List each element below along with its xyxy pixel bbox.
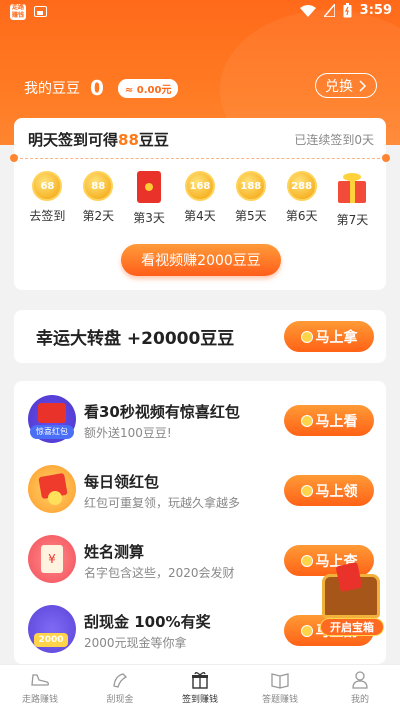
left-notch xyxy=(10,154,18,162)
treasure-label: 开启宝箱 xyxy=(320,618,384,636)
tab-quiz[interactable]: 答题赚钱 xyxy=(240,665,320,711)
lucky-wheel-card[interactable]: 幸运大转盘 +20000豆豆 马上拿 xyxy=(14,310,386,363)
signin-days: 68 去签到 88 第2天 第3天 168 第4天 188 第5天 288 第6天 第7天 xyxy=(14,171,386,228)
day-label: 去签到 xyxy=(29,209,66,223)
task-item[interactable]: 惊喜红包 看30秒视频有惊喜红包 额外送100豆豆! 马上看 xyxy=(14,385,386,455)
bean-balance: 我的豆豆 0 ≈ 0.00元 xyxy=(24,76,179,100)
app-notification-icon: 走路赚钱 xyxy=(10,4,26,20)
red-packet-icon xyxy=(335,561,363,593)
wifi-icon xyxy=(299,4,316,17)
signin-day-1[interactable]: 68 去签到 xyxy=(23,171,71,228)
lucky-wheel-button-label: 马上拿 xyxy=(315,329,358,346)
tab-scratch[interactable]: 刮现金 xyxy=(80,665,160,711)
signin-title: 明天签到可得88豆豆 xyxy=(28,129,169,150)
bean-icon xyxy=(300,624,313,637)
watch-video-button[interactable]: 看视频赚2000豆豆 xyxy=(121,244,281,276)
signin-streak: 已连续签到0天 xyxy=(294,133,374,147)
lucky-wheel-button[interactable]: 马上拿 xyxy=(284,321,374,352)
yuan-value-badge: ≈ 0.00元 xyxy=(117,78,179,98)
daily-red-packet-icon xyxy=(28,465,76,513)
task-subtitle: 名字包含这些，2020会发财 xyxy=(84,566,235,580)
task-item[interactable]: 每日领红包 红包可重复领，玩越久拿越多 马上领 xyxy=(14,455,386,525)
book-icon xyxy=(271,673,289,689)
bean-icon xyxy=(300,554,313,567)
image-notification-icon xyxy=(34,6,47,17)
task-title: 看30秒视频有惊喜红包 xyxy=(84,403,240,421)
exchange-label: 兑换 xyxy=(325,78,353,95)
lucky-wheel-title: 幸运大转盘 +20000豆豆 xyxy=(36,329,235,349)
divider xyxy=(20,158,380,159)
signin-day-3: 第3天 xyxy=(125,171,173,228)
day-label: 第7天 xyxy=(336,213,369,227)
day-label: 第6天 xyxy=(285,209,318,223)
system-icons: 3:59 xyxy=(299,3,392,18)
gift-icon xyxy=(192,672,208,689)
coin-icon: 188 xyxy=(235,171,266,201)
right-notch xyxy=(382,154,390,162)
signin-day-5: 188 第5天 xyxy=(227,171,275,228)
exchange-button[interactable]: 兑换 xyxy=(315,73,377,98)
status-bar: 走路赚钱 3:59 xyxy=(0,0,400,24)
bean-icon xyxy=(300,484,313,497)
signin-day-2: 88 第2天 xyxy=(74,171,122,228)
bottom-tab-bar: 走路赚钱 刮现金 签到赚钱 答题赚钱 我的 xyxy=(0,664,400,711)
red-packet-icon xyxy=(137,171,162,203)
coin-icon: 88 xyxy=(83,171,114,201)
task-title: 姓名测算 xyxy=(84,543,145,561)
tab-walk[interactable]: 走路赚钱 xyxy=(0,665,80,711)
chevron-right-icon xyxy=(359,79,367,92)
task-subtitle: 2000元现金等你拿 xyxy=(84,636,187,650)
signin-day-4: 168 第4天 xyxy=(176,171,224,228)
bean-icon xyxy=(300,414,313,427)
day-label: 第2天 xyxy=(82,209,115,223)
coin-icon: 288 xyxy=(286,171,317,201)
signin-title-prefix: 明天签到可得 xyxy=(28,131,119,149)
coin-icon: 168 xyxy=(184,171,215,201)
signin-card: 明天签到可得88豆豆 已连续签到0天 68 去签到 88 第2天 第3天 168 第4… xyxy=(10,118,390,290)
day-label: 第3天 xyxy=(133,211,165,225)
surprise-red-packet-icon: 惊喜红包 xyxy=(28,395,76,443)
bean-count: 0 xyxy=(90,76,104,100)
tab-mine[interactable]: 我的 xyxy=(320,665,400,711)
tab-signin[interactable]: 签到赚钱 xyxy=(160,665,240,711)
signin-day-6: 288 第6天 xyxy=(278,171,326,228)
task-subtitle: 红包可重复领，玩越久拿越多 xyxy=(84,496,241,510)
no-signal-icon xyxy=(323,4,335,17)
task-button[interactable]: 马上看 xyxy=(284,405,374,436)
day-label: 第5天 xyxy=(234,209,267,223)
scratch-card-icon: 2000 xyxy=(28,605,76,653)
signin-day-7: 第7天 xyxy=(328,171,376,228)
person-icon xyxy=(352,671,368,689)
task-subtitle: 额外送100豆豆! xyxy=(84,426,172,440)
signin-title-suffix: 豆豆 xyxy=(138,131,169,149)
name-fortune-icon: ¥ xyxy=(28,535,76,583)
battery-icon xyxy=(343,3,352,18)
task-title: 每日领红包 xyxy=(84,473,160,491)
task-button[interactable]: 马上领 xyxy=(284,475,374,506)
bean-icon xyxy=(300,330,313,343)
clock: 3:59 xyxy=(359,3,392,18)
shoe-icon xyxy=(31,674,49,686)
scratch-icon xyxy=(113,673,128,688)
gift-box-icon xyxy=(335,171,369,205)
signin-title-amount: 88 xyxy=(118,131,139,149)
bean-label: 我的豆豆 xyxy=(24,81,80,97)
task-title: 刮现金 100%有奖 xyxy=(84,613,211,631)
treasure-chest-float[interactable]: 开启宝箱 xyxy=(318,560,384,638)
coin-icon: 68 xyxy=(32,171,63,201)
day-label: 第4天 xyxy=(184,209,216,223)
